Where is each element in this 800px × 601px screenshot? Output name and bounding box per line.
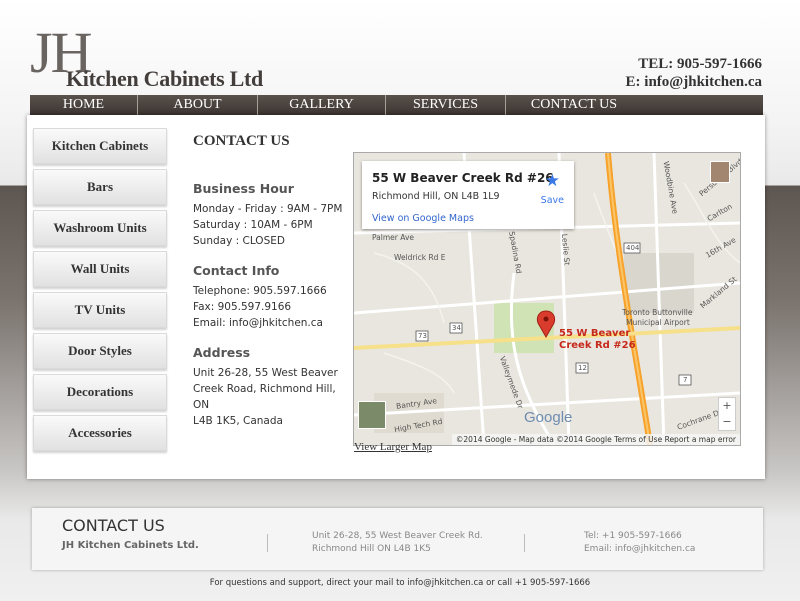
main-nav: HOME ABOUT GALLERY SERVICES CONTACT US: [30, 95, 763, 115]
hours-heading: Business Hour: [193, 181, 294, 196]
view-on-google-maps-link[interactable]: View on Google Maps: [372, 213, 474, 224]
sidebar-item-washroom-units[interactable]: Washroom Units: [33, 210, 167, 246]
popup-address: Richmond Hill, ON L4B 1L9: [372, 191, 500, 202]
sidebar-item-tv-units[interactable]: TV Units: [33, 292, 167, 328]
map-label: Palmer Ave: [372, 233, 414, 242]
footer-support-line: For questions and support, direct your m…: [209, 578, 591, 588]
address-line: L4B 1K5, Canada: [193, 415, 283, 427]
footer-address: Unit 26-28, 55 West Beaver Creek Rd. Ric…: [312, 531, 483, 554]
logo[interactable]: JH Kitchen Cabinets Ltd: [30, 20, 270, 92]
contact-info: Business Hour Monday - Friday : 9AM - 7P…: [193, 181, 353, 443]
map-attribution[interactable]: ©2014 Google - Map data ©2014 Google Ter…: [451, 434, 740, 445]
footer: CONTACT US JH Kitchen Cabinets Ltd. Unit…: [32, 508, 763, 570]
nav-about[interactable]: ABOUT: [138, 95, 258, 115]
sidebar-item-door-styles[interactable]: Door Styles: [33, 333, 167, 369]
divider: [524, 534, 525, 552]
header-tel: TEL: 905-597-1666: [638, 56, 762, 72]
hours-line: Saturday : 10AM - 6PM: [193, 219, 313, 231]
satellite-toggle[interactable]: [358, 401, 386, 429]
sidebar-item-decorations[interactable]: Decorations: [33, 374, 167, 410]
route-404-label: 404: [626, 244, 640, 252]
route-12-label: 12: [578, 364, 587, 372]
hours-line: Sunday : CLOSED: [193, 235, 285, 247]
sidebar: Kitchen Cabinets Bars Washroom Units Wal…: [33, 128, 167, 456]
star-icon[interactable]: ★: [545, 171, 560, 191]
nav-home[interactable]: HOME: [30, 95, 138, 115]
main-content: Kitchen Cabinets Bars Washroom Units Wal…: [27, 115, 765, 479]
address-heading: Address: [193, 345, 251, 360]
user-avatar[interactable]: [710, 161, 730, 183]
view-larger-map-link[interactable]: View Larger Map: [354, 441, 432, 453]
address-line: Unit 26-28, 55 West Beaver: [193, 367, 338, 379]
divider: [267, 534, 268, 552]
map-label: Weldrick Rd E: [394, 253, 446, 262]
sidebar-item-bars[interactable]: Bars: [33, 169, 167, 205]
hours-line: Monday - Friday : 9AM - 7PM: [193, 203, 343, 215]
google-map[interactable]: Palmer Ave Weldrick Rd E Spadina Rd Lesl…: [353, 152, 741, 446]
sidebar-item-kitchen-cabinets[interactable]: Kitchen Cabinets: [33, 128, 167, 164]
footer-title: CONTACT US: [62, 516, 165, 535]
footer-company: JH Kitchen Cabinets Ltd.: [62, 540, 199, 551]
nav-gallery[interactable]: GALLERY: [258, 95, 386, 115]
zoom-out-button[interactable]: −: [719, 414, 735, 430]
pin-label: 55 W Beaver Creek Rd #26: [559, 328, 636, 351]
sidebar-item-wall-units[interactable]: Wall Units: [33, 251, 167, 287]
route-73-label: 73: [418, 332, 427, 340]
sidebar-item-accessories[interactable]: Accessories: [33, 415, 167, 451]
map-label: Municipal Airport: [626, 318, 690, 327]
zoom-control: + −: [718, 397, 736, 431]
contact-heading: Contact Info: [193, 263, 280, 278]
fax: Fax: 905.597.9166: [193, 301, 292, 313]
nav-services[interactable]: SERVICES: [386, 95, 506, 115]
map-label: Toronto Buttonville: [622, 308, 693, 317]
page-title: CONTACT US: [193, 133, 290, 149]
email: Email: info@jhkitchen.ca: [193, 317, 323, 329]
zoom-in-button[interactable]: +: [719, 398, 735, 414]
nav-contact-us[interactable]: CONTACT US: [506, 95, 642, 115]
map-info-popup: 55 W Beaver Creek Rd #26 Richmond Hill, …: [362, 161, 574, 229]
route-34-label: 34: [452, 324, 461, 332]
telephone: Telephone: 905.597.1666: [193, 285, 327, 297]
google-logo: Google: [524, 409, 573, 426]
header-email: E: info@jhkitchen.ca: [625, 74, 762, 90]
save-button[interactable]: Save: [541, 195, 564, 206]
popup-title: 55 W Beaver Creek Rd #26: [372, 171, 554, 185]
route-7-label: 7: [683, 376, 688, 384]
footer-contact: Tel: +1 905-597-1666 Email: info@jhkitch…: [584, 531, 696, 554]
address-line: Creek Road, Richmond Hill, ON: [193, 383, 336, 411]
header-contact: TEL: 905-597-1666 E: info@jhkitchen.ca: [626, 55, 762, 91]
logo-name: Kitchen Cabinets Ltd: [66, 66, 263, 91]
